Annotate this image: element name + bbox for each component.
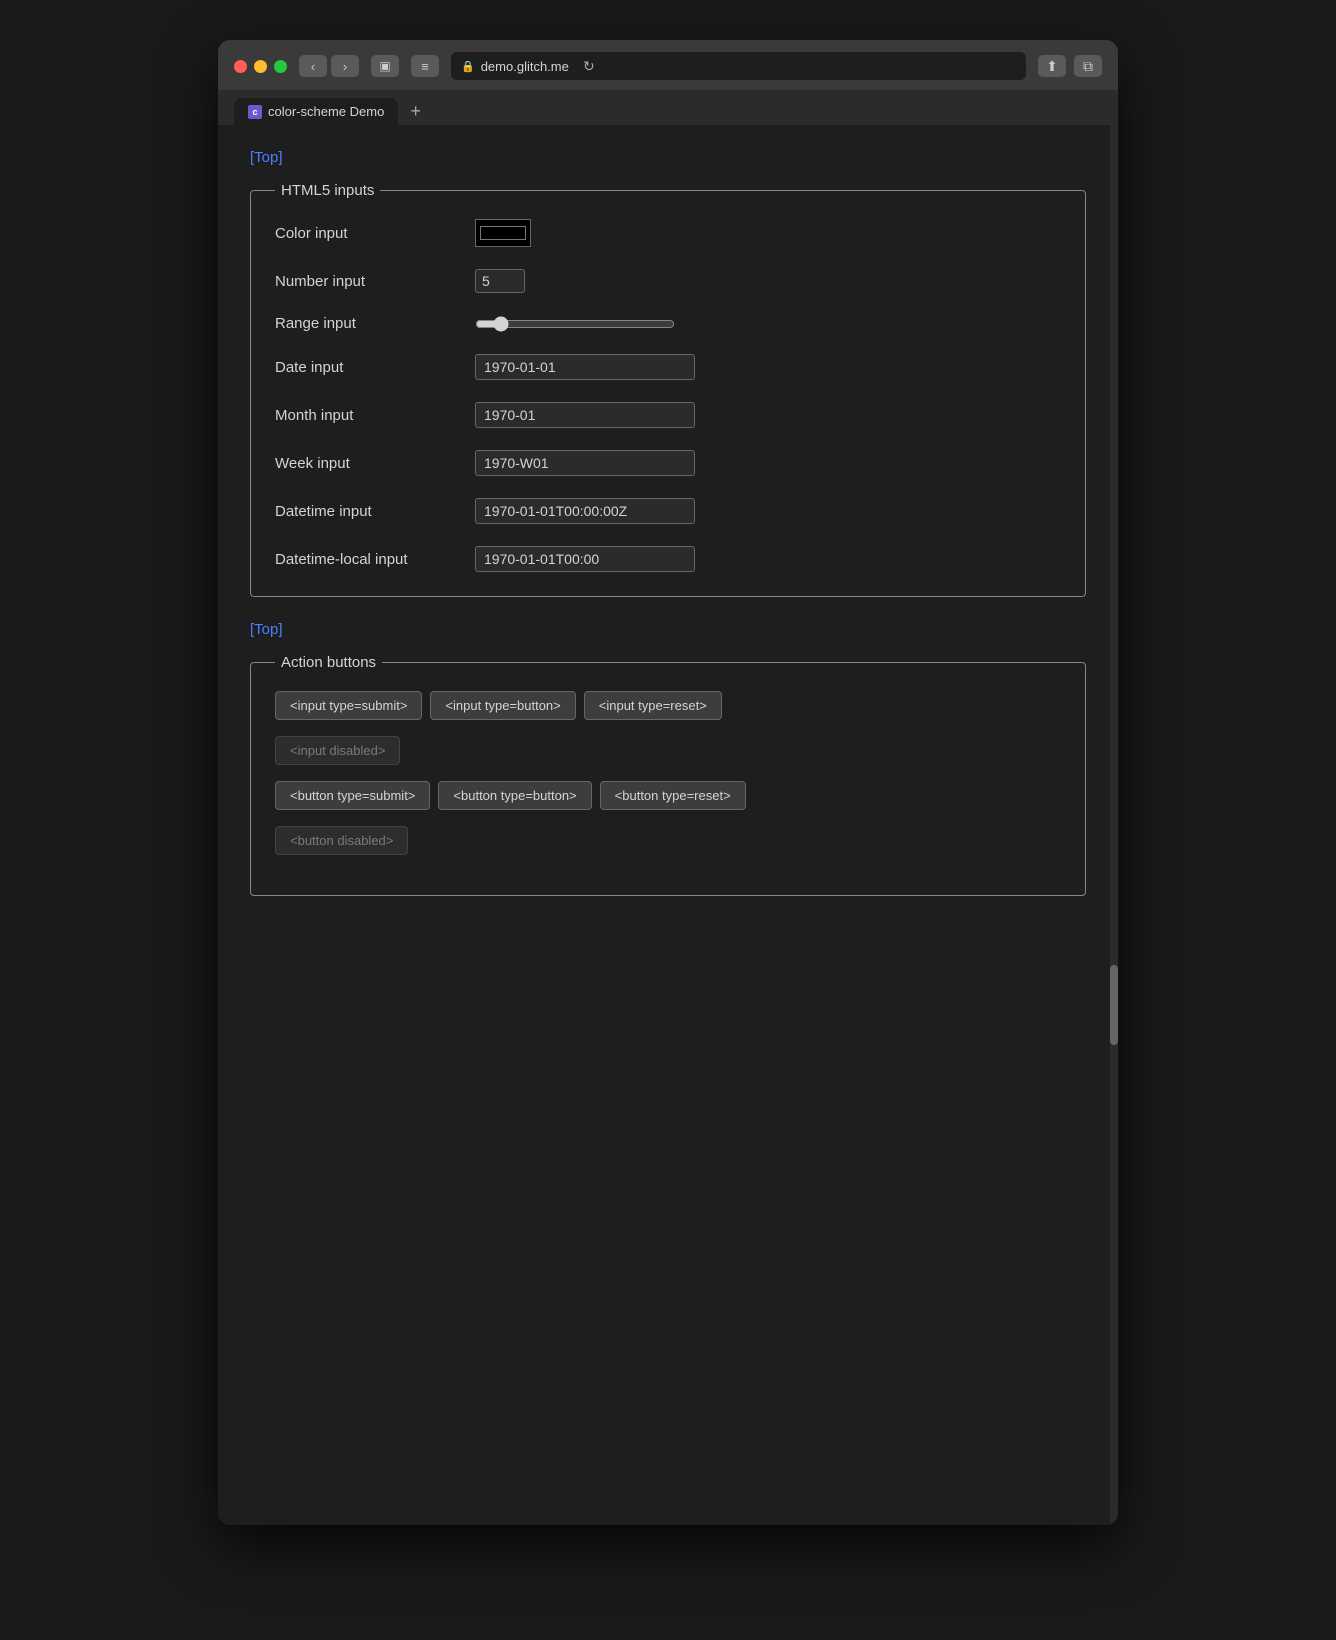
range-label: Range input [275,315,475,332]
week-input-row: Week input [275,450,1061,476]
datetime-local-input[interactable] [475,546,695,572]
button-submit-button[interactable]: <button type=submit> [275,781,430,810]
action-buttons-fieldset: Action buttons <input type=submit> <inpu… [250,654,1086,896]
color-input-row: Color input [275,219,1061,247]
number-input-row: Number input [275,269,1061,293]
duplicate-icon: ⧉ [1083,58,1093,75]
month-input[interactable] [475,402,695,428]
scrollbar-thumb[interactable] [1110,965,1118,1045]
forward-button[interactable]: › [331,55,359,77]
color-label: Color input [275,225,475,242]
reload-button[interactable]: ↻ [575,55,603,77]
lock-icon: 🔒 [461,60,475,73]
button-disabled-button: <button disabled> [275,826,408,855]
address-bar[interactable]: 🔒 demo.glitch.me ↻ [451,52,1026,80]
tab-favicon: c [248,105,262,119]
top-link-1[interactable]: [Top] [250,149,283,166]
range-input[interactable] [475,316,675,332]
sidebar-button[interactable]: ▣ [371,55,399,77]
date-label: Date input [275,359,475,376]
button-reset-button[interactable]: <button type=reset> [600,781,746,810]
datetime-local-label: Datetime-local input [275,551,475,568]
week-input[interactable] [475,450,695,476]
tab-color-scheme[interactable]: c color-scheme Demo [234,98,398,125]
scrollbar-track [1110,125,1118,1525]
sidebar-icon: ▣ [379,59,390,73]
number-input[interactable] [475,269,525,293]
fullscreen-button[interactable] [274,60,287,73]
number-container [475,269,525,293]
back-button[interactable]: ‹ [299,55,327,77]
datetime-label: Datetime input [275,503,475,520]
week-label: Week input [275,455,475,472]
top-link-2[interactable]: [Top] [250,621,283,638]
date-input-row: Date input [275,354,1061,380]
url-text: demo.glitch.me [481,59,569,74]
share-icon: ⬆ [1046,58,1058,75]
traffic-lights [234,60,287,73]
color-input[interactable] [475,219,531,247]
datetime-input-row: Datetime input [275,498,1061,524]
html5-legend: HTML5 inputs [275,182,380,199]
input-reset-button[interactable]: <input type=reset> [584,691,722,720]
new-tab-button[interactable]: + [402,101,429,122]
month-input-row: Month input [275,402,1061,428]
date-input[interactable] [475,354,695,380]
forward-icon: › [343,59,347,74]
input-buttons-group: <input type=submit> <input type=button> … [275,691,1061,720]
tab-title: color-scheme Demo [268,104,384,119]
tab-bar: c color-scheme Demo + [218,90,1118,125]
action-legend: Action buttons [275,654,382,671]
html5-inputs-fieldset: HTML5 inputs Color input Number input Ra… [250,182,1086,597]
button-disabled-group: <button disabled> [275,826,1061,855]
share-button[interactable]: ⬆ [1038,55,1066,77]
minimize-button[interactable] [254,60,267,73]
input-button-button[interactable]: <input type=button> [430,691,575,720]
datetime-input[interactable] [475,498,695,524]
input-submit-button[interactable]: <input type=submit> [275,691,422,720]
button-elements-group: <button type=submit> <button type=button… [275,781,1061,810]
close-button[interactable] [234,60,247,73]
duplicate-button[interactable]: ⧉ [1074,55,1102,77]
month-label: Month input [275,407,475,424]
number-label: Number input [275,273,475,290]
back-icon: ‹ [311,59,315,74]
menu-icon: ≡ [421,59,429,74]
range-input-row: Range input [275,315,1061,332]
input-disabled-button: <input disabled> [275,736,400,765]
button-button-button[interactable]: <button type=button> [438,781,591,810]
datetime-local-input-row: Datetime-local input [275,546,1061,572]
input-disabled-group: <input disabled> [275,736,1061,765]
reload-icon: ↻ [583,58,595,75]
page-content: [Top] HTML5 inputs Color input Number in… [218,125,1118,1525]
menu-button[interactable]: ≡ [411,55,439,77]
